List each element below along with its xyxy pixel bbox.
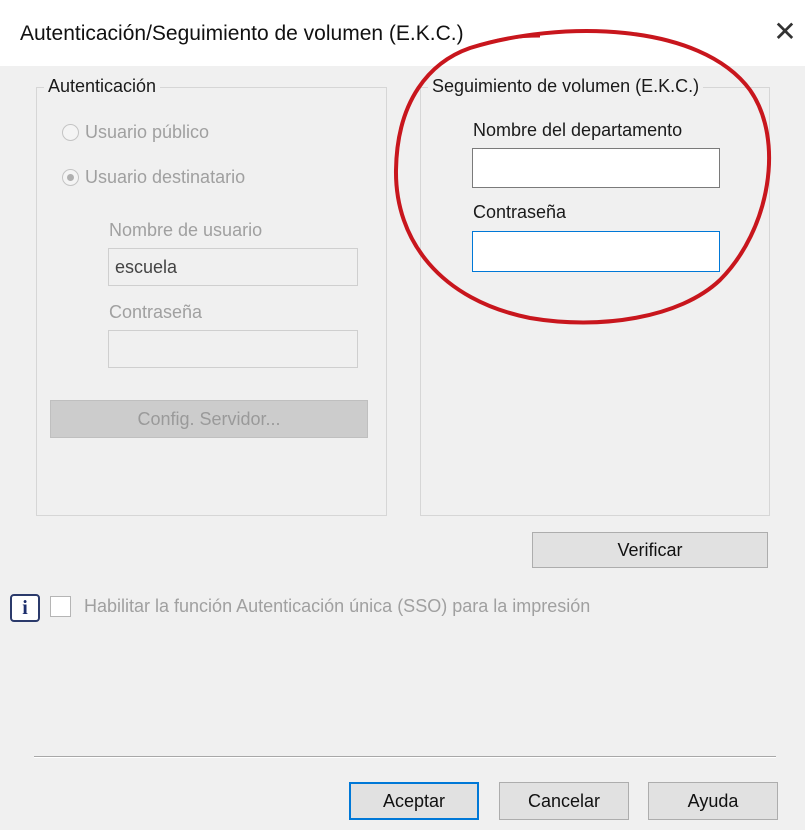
separator [34,756,776,758]
radio-button-selected[interactable] [62,169,79,186]
auth-password-label: Contraseña [109,302,203,322]
sso-label: Habilitar la función Autenticación única… [84,596,591,616]
window-title: Autenticación/Seguimiento de volumen (E.… [20,22,464,45]
title-bar: Autenticación/Seguimiento de volumen (E.… [0,0,805,66]
ekc-password-field[interactable] [472,231,720,272]
ok-button[interactable]: Aceptar [349,782,479,820]
username-field[interactable] [108,248,358,286]
department-label: Nombre del departamento [473,120,683,140]
help-button[interactable]: Ayuda [648,782,778,820]
public-user-radio[interactable]: Usuario público [62,122,209,143]
auth-password-field[interactable] [108,330,358,368]
ekc-password-label: Contraseña [473,202,567,222]
department-name-field[interactable] [472,148,720,188]
info-icon: i [10,594,40,622]
target-user-radio[interactable]: Usuario destinatario [62,167,245,188]
radio-button[interactable] [62,124,79,141]
verify-button[interactable]: Verificar [532,532,768,568]
sso-checkbox[interactable] [50,596,71,617]
authentication-group [36,87,387,516]
server-config-button[interactable]: Config. Servidor... [50,400,368,438]
close-icon[interactable]: ✕ [770,14,800,50]
target-user-label: Usuario destinatario [85,167,246,187]
cancel-button[interactable]: Cancelar [499,782,629,820]
username-label: Nombre de usuario [109,220,263,240]
authentication-legend: Autenticación [44,76,161,97]
public-user-label: Usuario público [85,122,210,142]
ekc-legend: Seguimiento de volumen (E.K.C.) [428,76,704,97]
